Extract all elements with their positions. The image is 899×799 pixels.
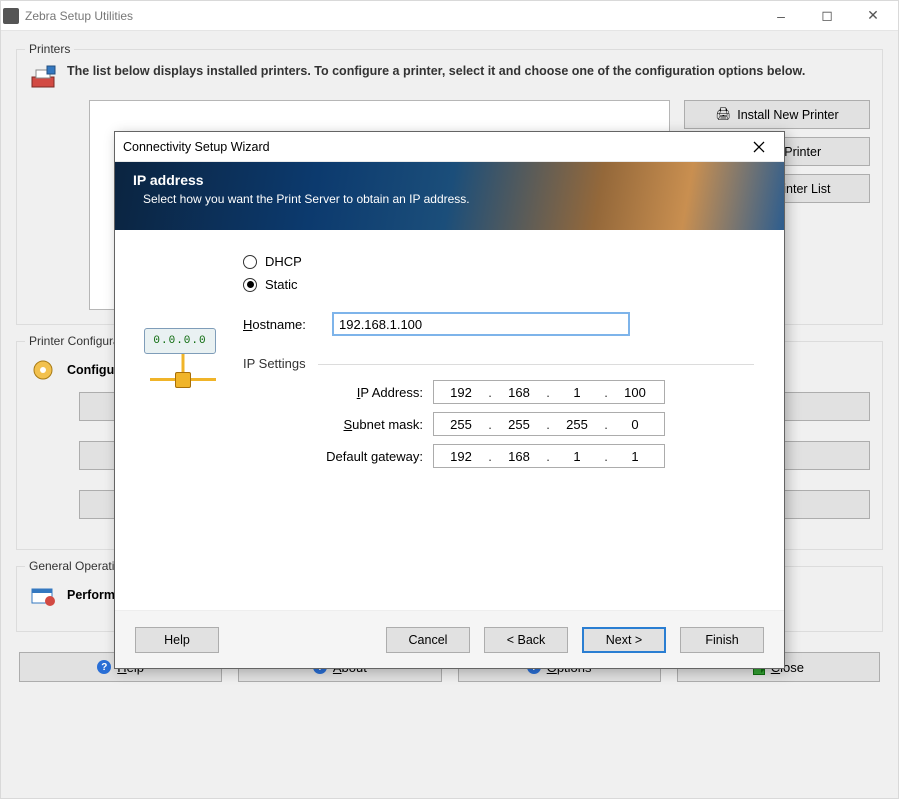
wizard-help-button[interactable]: Help xyxy=(135,627,219,653)
ip-octet[interactable]: 255 xyxy=(434,417,488,432)
connectivity-wizard-dialog: Connectivity Setup Wizard IP address Sel… xyxy=(114,131,785,669)
ip-octet[interactable]: 192 xyxy=(434,449,488,464)
ip-address-label: IP Address: xyxy=(243,385,423,400)
ip-address-input[interactable]: 192. 168. 1. 100 xyxy=(433,380,665,404)
main-titlebar: Zebra Setup Utilities – ◻ ✕ xyxy=(1,1,898,31)
close-button[interactable]: ✕ xyxy=(850,1,896,30)
install-new-label: Install New Printer xyxy=(737,108,838,122)
gateway-row: Default gateway: 192. 168. 1. 1 xyxy=(243,444,760,468)
ip-octet[interactable]: 192 xyxy=(434,385,488,400)
ip-octet[interactable]: 1 xyxy=(550,449,604,464)
dialog-footer: Help Cancel < Back Next > Finish xyxy=(115,610,784,668)
network-icon-column: 0.0.0.0 xyxy=(139,250,227,600)
banner-title: IP address xyxy=(133,172,766,188)
install-new-printer-button[interactable]: 🖨 Install New Printer xyxy=(684,100,870,129)
ip-octet[interactable]: 168 xyxy=(492,385,546,400)
ip-octet[interactable]: 1 xyxy=(550,385,604,400)
printers-description: The list below displays installed printe… xyxy=(67,64,805,78)
minimize-button[interactable]: – xyxy=(758,1,804,30)
add-printer-icon: 🖨 xyxy=(715,107,731,122)
dialog-close-button[interactable] xyxy=(740,132,778,161)
ip-octet[interactable]: 168 xyxy=(492,449,546,464)
dialog-banner: IP address Select how you want the Print… xyxy=(115,162,784,230)
app-icon xyxy=(3,8,19,24)
network-icon-display: 0.0.0.0 xyxy=(144,328,216,354)
next-button[interactable]: Next > xyxy=(582,627,666,653)
hostname-label: Hostname: xyxy=(243,317,320,332)
ip-address-row: IP Address: 192. 168. 1. 100 xyxy=(243,380,760,404)
gateway-label: Default gateway: xyxy=(243,449,423,464)
gear-icon xyxy=(29,356,57,384)
cancel-button[interactable]: Cancel xyxy=(386,627,470,653)
operations-icon xyxy=(29,581,57,609)
subnet-input[interactable]: 255. 255. 255. 0 xyxy=(433,412,665,436)
ip-octet[interactable]: 100 xyxy=(608,385,662,400)
ip-settings-title: IP Settings xyxy=(243,356,312,371)
ip-octet[interactable]: 255 xyxy=(492,417,546,432)
ip-octet[interactable]: 0 xyxy=(608,417,662,432)
dialog-titlebar: Connectivity Setup Wizard xyxy=(115,132,784,162)
dialog-title: Connectivity Setup Wizard xyxy=(123,140,740,154)
subnet-row: Subnet mask: 255. 255. 255. 0 xyxy=(243,412,760,436)
banner-subtitle: Select how you want the Print Server to … xyxy=(133,192,766,206)
radio-icon xyxy=(243,255,257,269)
help-icon: ? xyxy=(97,660,111,674)
gateway-input[interactable]: 192. 168. 1. 1 xyxy=(433,444,665,468)
back-button[interactable]: < Back xyxy=(484,627,568,653)
printers-icon xyxy=(29,64,57,92)
app-title: Zebra Setup Utilities xyxy=(19,9,758,23)
static-label: Static xyxy=(265,277,298,292)
printers-group-title: Printers xyxy=(25,42,74,56)
window-controls: – ◻ ✕ xyxy=(758,1,896,30)
hostname-row: Hostname: xyxy=(243,312,760,336)
finish-button[interactable]: Finish xyxy=(680,627,764,653)
network-icon: 0.0.0.0 xyxy=(144,328,222,392)
subnet-label: Subnet mask: xyxy=(243,417,423,432)
ip-octet[interactable]: 255 xyxy=(550,417,604,432)
form-column: DHCP Static Hostname: IP Settings IP Add… xyxy=(243,250,760,600)
ip-settings-fieldset: IP Settings IP Address: 192. 168. 1. 100… xyxy=(243,356,760,468)
maximize-button[interactable]: ◻ xyxy=(804,1,850,30)
dialog-body: 0.0.0.0 DHCP Static Hostname: IP Setting… xyxy=(115,230,784,610)
radio-icon xyxy=(243,278,257,292)
static-radio[interactable]: Static xyxy=(243,277,760,292)
dhcp-radio[interactable]: DHCP xyxy=(243,254,760,269)
dhcp-label: DHCP xyxy=(265,254,302,269)
close-icon xyxy=(753,141,765,153)
hostname-input[interactable] xyxy=(332,312,630,336)
ip-octet[interactable]: 1 xyxy=(608,449,662,464)
